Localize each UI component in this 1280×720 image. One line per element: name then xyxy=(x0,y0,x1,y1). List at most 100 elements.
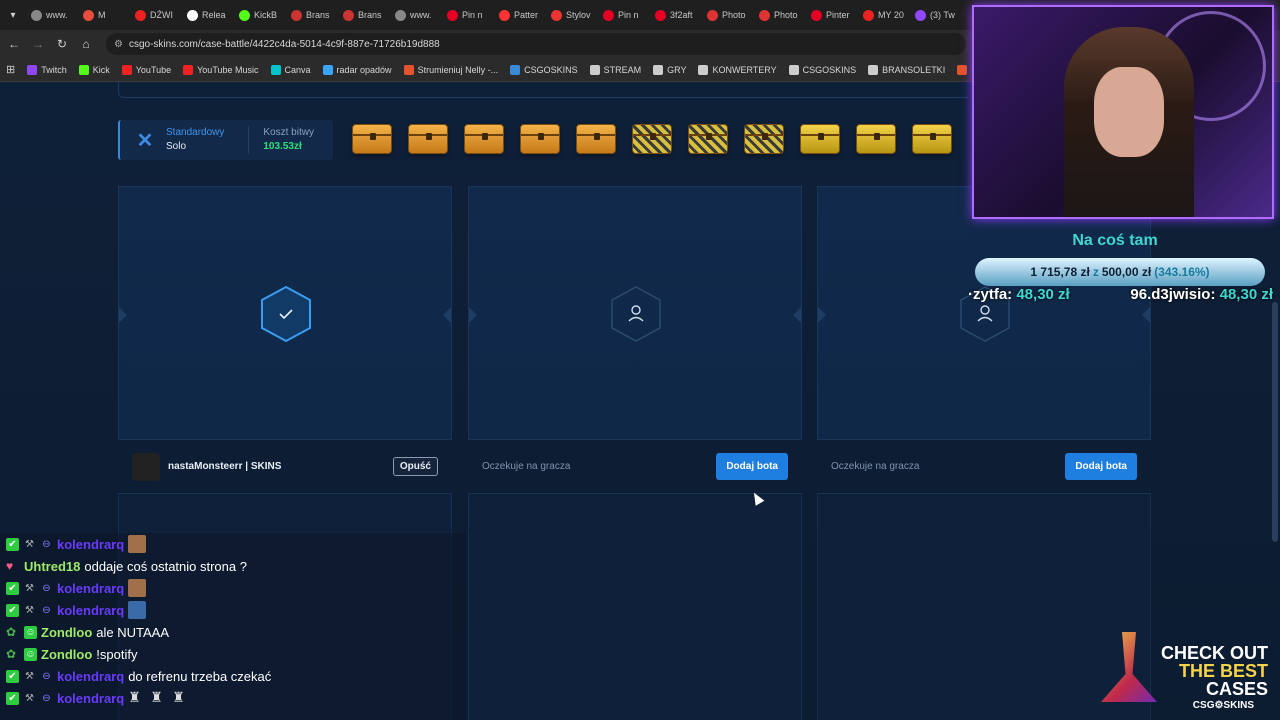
chat-username[interactable]: kolendrarq xyxy=(57,537,124,552)
chat-username[interactable]: kolendrarq xyxy=(57,603,124,618)
bookmark-item[interactable]: GRY xyxy=(653,64,686,75)
case-icon[interactable] xyxy=(912,124,952,154)
browser-tab[interactable]: KickB xyxy=(234,4,282,26)
chat-username[interactable]: Zondloo xyxy=(41,647,92,662)
browser-tab[interactable]: Brans xyxy=(338,4,386,26)
add-bot-button[interactable]: Dodaj bota xyxy=(1065,453,1137,480)
tab-label: www. xyxy=(46,10,68,20)
verified-badge-icon: ✔ xyxy=(6,669,19,683)
case-icon[interactable] xyxy=(744,124,784,154)
bookmark-item[interactable]: Kick xyxy=(78,64,110,75)
back-icon[interactable]: ← xyxy=(6,36,22,52)
browser-tab[interactable]: MY 20 xyxy=(858,4,906,26)
tab-label: Pin n xyxy=(462,10,483,20)
bookmark-item[interactable]: YouTube xyxy=(121,64,171,75)
bookmark-item[interactable]: Canva xyxy=(270,64,311,75)
case-icon[interactable] xyxy=(352,124,392,154)
browser-tab[interactable]: Patter xyxy=(494,4,542,26)
case-icon[interactable] xyxy=(464,124,504,154)
browser-tab[interactable]: DŹWI xyxy=(130,4,178,26)
bookmark-icon xyxy=(698,64,709,75)
donor-amount: 48,30 zł xyxy=(1016,286,1070,303)
browser-tab[interactable]: 3f2aft xyxy=(650,4,698,26)
browser-tab[interactable]: www. xyxy=(26,4,74,26)
webcam-overlay xyxy=(972,5,1274,219)
chat-message: ✿ ☺ Zondloo !spotify xyxy=(0,643,466,665)
browser-tab[interactable]: M xyxy=(78,4,126,26)
reload-icon[interactable]: ↻ xyxy=(54,36,70,52)
ready-check-icon xyxy=(261,285,311,343)
url-field[interactable]: ⚙ csgo-skins.com/case-battle/4422c4da-50… xyxy=(106,33,966,55)
browser-tab[interactable]: Stylov xyxy=(546,4,594,26)
sponsor-ad: CHECK OUT THE BEST CASES CSG⚙SKINS xyxy=(1078,632,1274,714)
donation-goal-bar: 1 715,78 zł z 500,00 zł (343.16%) xyxy=(975,258,1265,286)
page-scrollbar[interactable] xyxy=(1272,302,1278,542)
tab-search-icon[interactable]: ▾ xyxy=(4,6,22,24)
crossed-swords-icon: ✕ xyxy=(136,129,154,152)
case-icon[interactable] xyxy=(800,124,840,154)
bookmark-icon xyxy=(868,64,879,75)
bookmark-item[interactable]: STREAM xyxy=(589,64,641,75)
leaf-badge-icon: ✿ xyxy=(6,625,17,639)
tab-favicon-icon xyxy=(603,9,614,21)
bookmark-list: Twitch Kick YouTube YouTube Music Canva radar… xyxy=(27,64,1060,75)
add-bot-button[interactable]: Dodaj bota xyxy=(716,453,788,480)
bookmark-label: KONWERTERY xyxy=(712,64,777,75)
tier-badge-icon: ⊖ xyxy=(42,692,51,704)
case-icon[interactable] xyxy=(408,124,448,154)
tab-favicon-icon xyxy=(863,9,874,21)
donation-percent: (343.16%) xyxy=(1154,265,1210,279)
browser-tab[interactable]: Relea xyxy=(182,4,230,26)
tab-favicon-icon xyxy=(811,9,822,21)
chat-username[interactable]: Uhtred18 xyxy=(24,559,80,574)
bookmark-item[interactable]: YouTube Music xyxy=(183,64,259,75)
browser-tab[interactable]: Pin n xyxy=(442,4,490,26)
browser-tab[interactable]: Pin n xyxy=(598,4,646,26)
bookmark-item[interactable]: Strumieniuj Nelly -... xyxy=(403,64,498,75)
tab-favicon-icon xyxy=(343,9,354,21)
bookmark-item[interactable]: BRANSOLETKI xyxy=(868,64,946,75)
donor-name: ·zytfa: xyxy=(968,286,1013,303)
bookmark-item[interactable]: CSGOSKINS xyxy=(788,64,856,75)
tab-label: Patter xyxy=(514,10,539,20)
slot-left-arrow xyxy=(469,307,477,323)
bookmark-icon xyxy=(589,64,600,75)
donor-1: ·zytfa: 48,30 zł xyxy=(968,286,1070,303)
chat-username[interactable]: Zondloo xyxy=(41,625,92,640)
browser-tab[interactable]: Photo xyxy=(754,4,802,26)
tab-label: Brans xyxy=(358,10,382,20)
leave-button[interactable]: Opuść xyxy=(392,457,438,476)
sub-badge-icon: ⚒ xyxy=(25,582,34,594)
chat-text: !spotify xyxy=(96,646,138,662)
browser-tab[interactable]: Pinter xyxy=(806,4,854,26)
case-icon[interactable] xyxy=(576,124,616,154)
bookmark-item[interactable]: Twitch xyxy=(27,64,67,75)
chat-username[interactable]: kolendrarq xyxy=(57,691,124,706)
apps-grid-icon[interactable]: ⊞ xyxy=(6,63,15,76)
case-icon[interactable] xyxy=(632,124,672,154)
forward-icon[interactable]: → xyxy=(30,36,46,52)
case-icon[interactable] xyxy=(856,124,896,154)
ad-line-2: THE BEST xyxy=(1178,661,1268,681)
home-icon[interactable]: ⌂ xyxy=(78,36,94,52)
browser-tab[interactable]: www. xyxy=(390,4,438,26)
bookmark-item[interactable]: KONWERTERY xyxy=(698,64,777,75)
case-icon[interactable] xyxy=(520,124,560,154)
browser-tab[interactable]: Photo xyxy=(702,4,750,26)
bookmark-item[interactable]: CSGOSKINS xyxy=(510,64,578,75)
verified-badge-icon: ✔ xyxy=(6,603,19,617)
tab-label: M xyxy=(98,10,106,20)
battle-mode: Standardowy Solo xyxy=(166,126,224,154)
bookmark-label: BRANSOLETKI xyxy=(882,64,946,75)
chat-text: do refrenu trzeba czekać xyxy=(128,668,272,684)
slot-2-results xyxy=(468,494,802,720)
bookmark-item[interactable]: radar opadów xyxy=(322,64,392,75)
case-icon[interactable] xyxy=(688,124,728,154)
chat-username[interactable]: kolendrarq xyxy=(57,581,124,596)
site-info-icon[interactable]: ⚙ xyxy=(114,39,123,50)
chat-username[interactable]: kolendrarq xyxy=(57,669,124,684)
tab-label: (3) Tw xyxy=(930,10,955,20)
browser-tab[interactable]: Brans xyxy=(286,4,334,26)
bookmark-icon xyxy=(78,64,89,75)
browser-tab[interactable]: (3) Tw xyxy=(910,4,958,26)
